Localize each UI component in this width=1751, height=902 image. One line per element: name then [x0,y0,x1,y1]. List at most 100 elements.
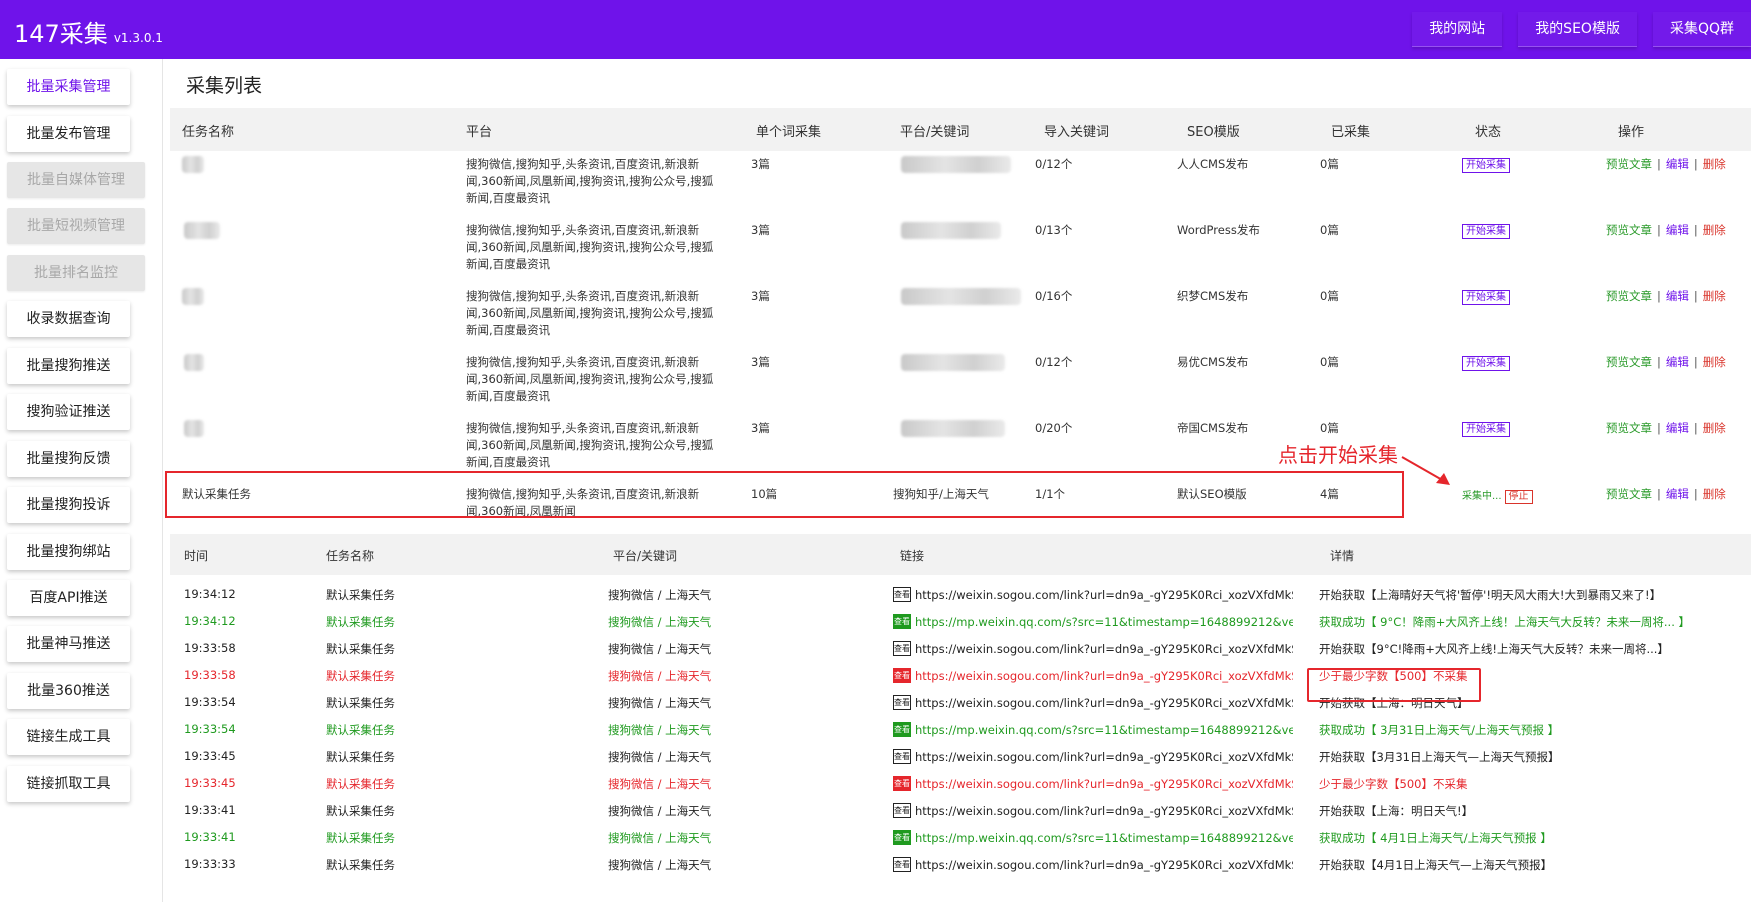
log-link: 查看 https://mp.weixin.qq.com/s?src=11&time… [893,830,1293,845]
view-icon[interactable]: 查看 [893,857,911,872]
sidebar-item-12[interactable]: 批量神马推送 [7,626,130,662]
delete-link[interactable]: 删除 [1703,421,1726,435]
log-link-url[interactable]: https://weixin.sogou.com/link?url=dn9a_-… [915,858,1293,872]
page-title: 采集列表 [186,75,263,97]
view-icon[interactable]: 查看 [893,776,911,791]
start-collect-button[interactable]: 开始采集 [1462,224,1510,239]
log-link-url[interactable]: https://weixin.sogou.com/link?url=dn9a_-… [915,642,1293,656]
log-task: 默认采集任务 [326,858,395,872]
edit-link[interactable]: 编辑 [1666,355,1689,369]
log-keyword: 搜狗微信 / 上海天气 [608,804,712,818]
redacted-task-name [184,222,220,239]
log-link-url[interactable]: https://weixin.sogou.com/link?url=dn9a_-… [915,588,1293,602]
nav-my-sites[interactable]: 我的网站 [1412,12,1503,47]
nav-qq-group[interactable]: 采集QQ群 [1652,12,1751,47]
edit-link[interactable]: 编辑 [1666,223,1689,237]
start-collect-button[interactable]: 开始采集 [1462,290,1510,305]
log-link-url[interactable]: https://mp.weixin.qq.com/s?src=11&timest… [915,831,1293,845]
log-link: 查看 https://weixin.sogou.com/link?url=dn9a… [893,668,1293,683]
log-col-time: 时间 [184,549,209,563]
view-icon[interactable]: 查看 [893,830,911,845]
log-link-url[interactable]: https://mp.weixin.qq.com/s?src=11&timest… [915,723,1293,737]
log-keyword: 搜狗微信 / 上海天气 [608,696,712,710]
sidebar-item-10[interactable]: 批量搜狗绑站 [7,534,130,570]
log-link-url[interactable]: https://weixin.sogou.com/link?url=dn9a_-… [915,669,1293,683]
sidebar-item-5[interactable]: 收录数据查询 [7,301,130,337]
log-detail: 少于最少字数【500】不采集 [1319,777,1468,791]
highlight-box [165,471,1404,518]
log-row: 19:33:41 默认采集任务 搜狗微信 / 上海天气 查看 https://we… [170,794,1751,824]
preview-article-link[interactable]: 预览文章 [1606,223,1652,237]
log-link: 查看 https://mp.weixin.qq.com/s?src=11&time… [893,722,1293,737]
delete-link[interactable]: 删除 [1703,355,1726,369]
view-icon[interactable]: 查看 [893,641,911,656]
task-ops: 预览文章 | 编辑 | 删除 [1606,420,1726,436]
log-row: 19:34:12 默认采集任务 搜狗微信 / 上海天气 查看 https://we… [170,578,1751,608]
preview-article-link[interactable]: 预览文章 [1606,421,1652,435]
delete-link[interactable]: 删除 [1703,157,1726,171]
sidebar-item-9[interactable]: 批量搜狗投诉 [7,487,130,523]
sidebar-item-11[interactable]: 百度API推送 [7,580,130,616]
start-collect-button[interactable]: 开始采集 [1462,356,1510,371]
sidebar-item-6[interactable]: 批量搜狗推送 [7,348,130,384]
nav-my-seo-templates[interactable]: 我的SEO模版 [1518,12,1637,47]
sidebar-item-14[interactable]: 链接生成工具 [7,719,130,755]
task-imported: 0/16个 [1035,289,1073,303]
log-time: 19:33:45 [184,776,236,790]
log-task: 默认采集任务 [326,588,395,602]
view-icon[interactable]: 查看 [893,668,911,683]
edit-link[interactable]: 编辑 [1666,487,1689,501]
task-per-word: 3篇 [751,157,770,171]
col-task-name: 任务名称 [182,125,235,140]
view-icon[interactable]: 查看 [893,722,911,737]
log-time: 19:33:45 [184,749,236,763]
preview-article-link[interactable]: 预览文章 [1606,487,1652,501]
log-row: 19:33:58 默认采集任务 搜狗微信 / 上海天气 查看 https://we… [170,659,1751,689]
log-link-url[interactable]: https://weixin.sogou.com/link?url=dn9a_-… [915,804,1293,818]
view-icon[interactable]: 查看 [893,614,911,629]
op-separator: | [1693,421,1698,435]
sidebar-item-8[interactable]: 批量搜狗反馈 [7,441,130,477]
col-imported: 导入关键词 [1044,125,1110,140]
edit-link[interactable]: 编辑 [1666,289,1689,303]
task-row: 搜狗微信,搜狗知乎,头条资讯,百度资讯,新浪新闻,360新闻,凤凰新闻,搜狗资讯… [170,288,1751,348]
sidebar-item-0[interactable]: 批量采集管理 [7,69,130,105]
preview-article-link[interactable]: 预览文章 [1606,355,1652,369]
task-seo-template: 易优CMS发布 [1177,355,1249,369]
log-link: 查看 https://weixin.sogou.com/link?url=dn9a… [893,587,1293,602]
log-link: 查看 https://weixin.sogou.com/link?url=dn9a… [893,776,1293,791]
log-row: 19:33:45 默认采集任务 搜狗微信 / 上海天气 查看 https://we… [170,767,1751,797]
sidebar-item-1[interactable]: 批量发布管理 [7,116,130,152]
view-icon[interactable]: 查看 [893,803,911,818]
delete-link[interactable]: 删除 [1703,289,1726,303]
log-link-url[interactable]: https://mp.weixin.qq.com/s?src=11&timest… [915,615,1293,629]
sidebar-item-13[interactable]: 批量360推送 [7,673,130,709]
start-collect-button[interactable]: 开始采集 [1462,422,1510,437]
log-col-keyword: 平台/关键词 [613,549,678,563]
log-link: 查看 https://weixin.sogou.com/link?url=dn9a… [893,857,1293,872]
stop-button[interactable]: 停止 [1504,490,1533,504]
preview-article-link[interactable]: 预览文章 [1606,289,1652,303]
task-seo-template: 帝国CMS发布 [1177,421,1249,435]
sidebar-item-15[interactable]: 链接抓取工具 [7,766,130,802]
view-icon[interactable]: 查看 [893,587,911,602]
delete-link[interactable]: 删除 [1703,487,1726,501]
log-link-url[interactable]: https://weixin.sogou.com/link?url=dn9a_-… [915,777,1293,791]
start-collect-button[interactable]: 开始采集 [1462,158,1510,173]
preview-article-link[interactable]: 预览文章 [1606,157,1652,171]
log-keyword: 搜狗微信 / 上海天气 [608,723,712,737]
task-status: 开始采集 [1462,421,1510,437]
sidebar-item-7[interactable]: 搜狗验证推送 [7,394,130,430]
log-link-url[interactable]: https://weixin.sogou.com/link?url=dn9a_-… [915,750,1293,764]
log-link-url[interactable]: https://weixin.sogou.com/link?url=dn9a_-… [915,696,1293,710]
delete-link[interactable]: 删除 [1703,223,1726,237]
col-seo: SEO模版 [1187,125,1240,140]
edit-link[interactable]: 编辑 [1666,421,1689,435]
op-separator: | [1693,157,1698,171]
op-separator: | [1693,355,1698,369]
view-icon[interactable]: 查看 [893,749,911,764]
log-task: 默认采集任务 [326,615,395,629]
view-icon[interactable]: 查看 [893,695,911,710]
edit-link[interactable]: 编辑 [1666,157,1689,171]
app-name: 147采集 [14,20,108,48]
